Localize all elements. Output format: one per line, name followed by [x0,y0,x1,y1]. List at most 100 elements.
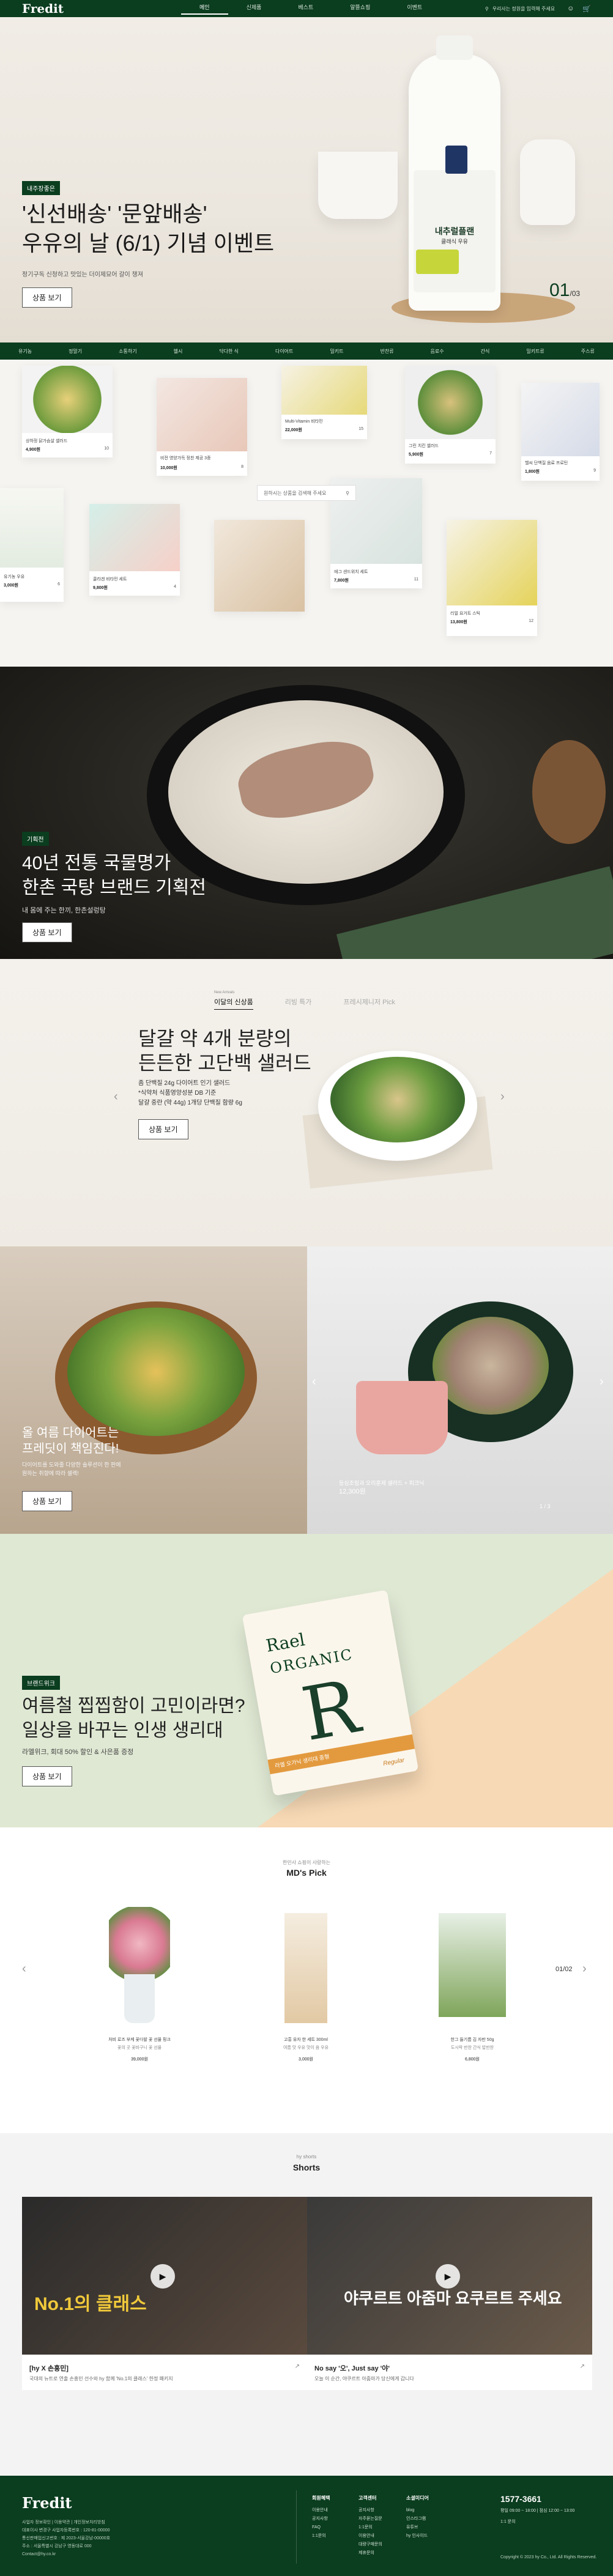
chevron-left-icon[interactable]: ‹ [312,1375,316,1389]
category-item[interactable]: 다이어트 [275,348,293,355]
footer-link[interactable]: 유튜브 [406,2523,429,2532]
category-item[interactable]: 주스류 [581,348,595,355]
shorts-card[interactable]: No.1의 클래스 ▶ [hy X 손흥민] 국대의 뉴트로 연출 손흥민 선수… [22,2197,307,2390]
product-card[interactable]: 콜라겐 비타민 세트 9,800원 4 [89,504,180,596]
gukbap-title-line2: 한촌 국탕 브랜드 기획전 [22,878,207,898]
salad-view-button[interactable]: 상품 보기 [138,1119,188,1139]
bottle-green-label [416,250,459,274]
nav-item-best[interactable]: 베스트 [280,3,332,15]
mdpick-pager: 01/02 [555,1966,573,1973]
product-card[interactable]: 유기농 우유 3,000원 6 [0,488,64,602]
share-icon[interactable]: ↗ [295,2363,300,2370]
footer-logo[interactable]: Fredit [22,2494,72,2512]
hero-banner[interactable]: 내추럴플랜 클래식 우유 내주장좋은 '신선배송' '문앞배송' 우유의 날 (… [0,17,613,342]
product-card[interactable]: 상하정 닭가슴살 샐러드 4,900원 10 [22,366,113,457]
product-image [521,383,600,456]
tab-living-sale[interactable]: 리빙 특가 [285,997,312,1010]
hero-desc: 정기구독 신청하고 맛있는 더이제묘어 갈이 챙져 [22,272,143,278]
category-item[interactable]: 정말기 [69,348,82,355]
collage-search-input[interactable]: 원하시는 상품을 검색해 주세요 ⚲ [257,485,356,501]
salad-image [330,1057,465,1142]
footer-link[interactable]: 대량구매문의 [359,2541,382,2549]
category-item[interactable]: 헬시 [174,348,183,355]
product-review-count: 8 [241,465,243,469]
diet-title-line1: 올 여름 다이어트는 [22,1426,119,1440]
salad-desc: 좀 단백질 24g 다이어트 인기 샐러드 *식약처 식품영양성분 DB 기준 … [138,1079,242,1108]
tab-new-arrivals[interactable]: 이달의 신상품 [214,997,253,1010]
gukbap-view-button[interactable]: 상품 보기 [22,922,72,942]
bottle-brand: 내추럴플랜 [434,226,475,236]
product-collage: 상하정 닭가슴살 샐러드 4,900원 10 비전 영양가득 정찬 제공 3종 … [0,360,613,667]
diet-view-button[interactable]: 상품 보기 [22,1491,72,1511]
category-item[interactable]: 밀키트 [330,348,343,355]
category-item[interactable]: 닥다한 식 [219,348,239,355]
diet-right-banner[interactable]: ‹ › 등심조림과 오리훈제 샐러드 + 피크닉 12,300원 1 / 3 [307,1246,613,1534]
category-item[interactable]: 반찬류 [380,348,393,355]
cart-icon[interactable]: 🛒 [582,5,591,13]
search-icon[interactable]: ⚲ [346,490,349,496]
salad-title-line1: 달걀 약 4개 분량의 [138,1027,292,1049]
shorts-card-title: [hy X 손흥민] [29,2365,69,2372]
nav-item-event[interactable]: 이벤트 [388,3,440,15]
hero-view-button[interactable]: 상품 보기 [22,287,72,308]
product-price: 7,800원 [334,579,349,583]
footer-divider [296,2490,297,2564]
footer-link[interactable]: 1:1문의 [359,2523,382,2532]
footer-link[interactable]: hy 인사이드 [406,2532,429,2541]
gukbap-banner[interactable]: 기획전 40년 전통 국물명가 한촌 국탕 브랜드 기획전 내 몸에 주는 한끼… [0,667,613,959]
mdpick-item[interactable]: 고흥 유자 한 세트 300ml 여름 맛 우유 맛이 음 우유 3,000원 [232,1907,379,2062]
site-logo[interactable]: Fredit [22,1,157,16]
chevron-left-icon[interactable]: ‹ [114,1090,118,1104]
footer-link[interactable]: 제휴문의 [359,2549,382,2558]
category-item[interactable]: 간식 [481,348,490,355]
header-search[interactable]: ⚲ 우리사는 정원을 입력해 주세요 [485,6,555,12]
shorts-card[interactable]: 야쿠르트 아줌마 요쿠르트 주세요 ▶ No say '오', Just say… [307,2197,592,2390]
product-card[interactable]: 그린 치킨 샐러드 5,900원 7 [405,366,496,464]
shorts-title: Shorts [292,2163,321,2172]
chevron-right-icon[interactable]: › [500,1090,505,1104]
footer-link[interactable]: 이용안내 [312,2506,330,2515]
brandweek-banner[interactable]: Rael ORGANIC R 라엘 오가닉 생리대 중형 Regular 브랜드… [0,1534,613,1827]
category-item[interactable]: 밀키트류 [526,348,544,355]
footer-link[interactable]: 이용안내 [359,2532,382,2541]
footer-link[interactable]: 공지사항 [359,2506,382,2515]
footer-link[interactable]: 인스타그램 [406,2515,429,2523]
pad-view-button[interactable]: 상품 보기 [22,1766,72,1786]
play-icon[interactable]: ▶ [436,2264,460,2289]
nav-item-main[interactable]: 메인 [181,3,228,15]
footer-cs-extra[interactable]: 1:1 문의 [500,2519,574,2526]
share-icon[interactable]: ↗ [580,2363,585,2370]
mdpick-item[interactable]: 처비 로즈 부케 꽃다발 꽃 선물 핑크 꽃의 곳 꽃바구니 꽃 선물 39,0… [66,1907,213,2062]
category-item[interactable]: 유기농 [18,348,32,355]
footer-link[interactable]: 자주묻는질문 [359,2515,382,2523]
play-icon[interactable]: ▶ [150,2264,175,2289]
search-icon[interactable]: ⚲ [485,6,489,12]
footer-link[interactable]: 공지사항 [312,2515,330,2523]
tab-fresh-pick[interactable]: 프레시제니저 Pick [343,997,395,1010]
product-card[interactable]: 리얼 요거트 스틱 13,800원 12 [447,520,537,636]
header-search-input[interactable]: 우리사는 정원을 입력해 주세요 [492,6,555,12]
product-card[interactable]: 비전 영양가득 정찬 제공 3종 8 10,000원 [157,378,247,476]
mdpick-item[interactable]: 한그 들기름 김 자반 50g 도시락 반찬 간식 밥반찬 6,800원 [399,1907,546,2062]
footer-link[interactable]: FAQ [312,2523,330,2532]
mdpick-title: MD's Pick [286,1868,327,1878]
product-card[interactable]: Multi-Vitamin 비타민 22,000원 15 [281,366,367,439]
chevron-left-icon[interactable]: ‹ [22,1962,26,1976]
diet-left-banner[interactable]: 올 여름 다이어트는 프레딧이 책임진다! 다이어트를 도와줄 다양한 솔루션이… [0,1246,307,1534]
footer-info-line[interactable]: 사업자 정보확인 | 이용약관 | 개인정보처리방침 [22,2519,110,2526]
product-card[interactable]: 헬씨 단백질 음료 프로틴 1,800원 9 [521,383,600,481]
category-item[interactable]: 음료수 [431,348,444,355]
product-image [447,520,537,605]
nav-item-new[interactable]: 신제품 [228,3,280,15]
footer-link[interactable]: 1:1문의 [312,2532,330,2541]
video-overlay-text: No.1의 클래스 [34,2294,147,2314]
footer-link[interactable]: blog [406,2506,429,2515]
video-thumbnail[interactable]: No.1의 클래스 ▶ [22,2197,307,2355]
chevron-right-icon[interactable]: › [582,1962,587,1976]
chevron-right-icon[interactable]: › [600,1375,604,1389]
user-icon[interactable]: ☺ [567,5,574,13]
video-thumbnail[interactable]: 야쿠르트 아줌마 요쿠르트 주세요 ▶ [307,2197,592,2355]
nav-item-sale[interactable]: 알뜰쇼핑 [332,3,388,15]
product-card[interactable] [214,520,305,612]
category-item[interactable]: 소통하기 [119,348,136,355]
